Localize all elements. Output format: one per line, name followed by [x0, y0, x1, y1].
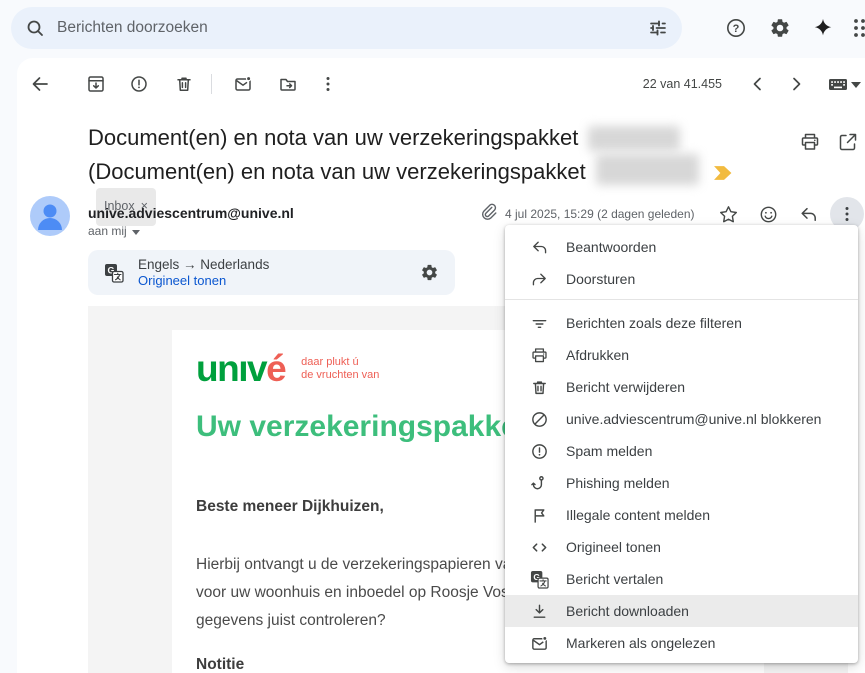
recipient-toggle[interactable]: aan mij [88, 224, 140, 238]
menu-item-filter-messages[interactable]: Berichten zoals deze filteren [505, 307, 858, 339]
menu-item-report-phishing[interactable]: Phishing melden [505, 467, 858, 499]
menu-item-forward[interactable]: Doorsturen [505, 263, 858, 295]
more-options-icon[interactable] [312, 68, 344, 100]
trash-icon [529, 377, 549, 397]
message-options-menu: Beantwoorden Doorsturen Berichten zoals … [505, 225, 858, 663]
report-icon [529, 441, 549, 461]
reply-icon [529, 237, 549, 257]
search-options-icon[interactable] [648, 18, 668, 38]
unive-logo: unıvé daar plukt ú de vruchten van [196, 348, 380, 389]
archive-icon[interactable] [80, 68, 112, 100]
search-bar[interactable] [11, 7, 682, 49]
gmail-window: ? 22 van 41.455 Document [0, 0, 865, 673]
forward-icon [529, 269, 549, 289]
chevron-down-icon [131, 229, 140, 235]
emoji-reaction-icon[interactable] [756, 202, 780, 226]
translate-settings-gear-icon[interactable] [420, 263, 439, 282]
menu-item-delete[interactable]: Bericht verwijderen [505, 371, 858, 403]
back-arrow-icon[interactable] [24, 68, 56, 100]
gemini-sparkle-icon[interactable] [809, 14, 837, 42]
pagination-counter: 22 van 41.455 [642, 77, 722, 91]
sender-avatar[interactable] [30, 196, 70, 236]
menu-item-show-original[interactable]: Origineel tonen [505, 531, 858, 563]
menu-item-print[interactable]: Afdrukken [505, 339, 858, 371]
download-icon [529, 601, 549, 621]
search-icon[interactable] [25, 18, 45, 38]
block-icon [529, 409, 549, 429]
menu-item-mark-unread[interactable]: Markeren als ongelezen [505, 627, 858, 659]
menu-divider [505, 299, 858, 300]
flag-icon [529, 505, 549, 525]
menu-item-translate-message[interactable]: G Bericht vertalen [505, 563, 858, 595]
translate-bar: G Engels → Nederlands Origineel tonen [88, 250, 455, 295]
trash-icon[interactable] [168, 68, 200, 100]
show-original-link[interactable]: Origineel tonen [138, 273, 269, 288]
open-in-new-icon[interactable] [837, 131, 859, 153]
menu-item-report-illegal-content[interactable]: Illegale content melden [505, 499, 858, 531]
print-all-icon[interactable] [799, 131, 821, 153]
translate-languages: Engels → Nederlands [138, 257, 270, 272]
phishing-icon [529, 473, 549, 493]
email-note-heading: Notitie [196, 656, 245, 673]
older-chevron-icon[interactable] [780, 68, 812, 100]
translate-icon: G [104, 263, 124, 283]
translate-icon: G [529, 569, 549, 589]
toolbar-divider [211, 74, 212, 94]
menu-item-block-sender[interactable]: unive.adviescentrum@unive.nl blokkeren [505, 403, 858, 435]
important-marker-icon [713, 165, 733, 181]
print-icon [529, 345, 549, 365]
newer-chevron-icon[interactable] [742, 68, 774, 100]
move-to-folder-icon[interactable] [272, 68, 304, 100]
star-icon[interactable] [716, 202, 740, 226]
help-icon[interactable]: ? [722, 14, 750, 42]
menu-item-download-message[interactable]: Bericht downloaden [505, 595, 858, 627]
redacted-text [595, 154, 699, 185]
unive-tagline: daar plukt ú de vruchten van [301, 356, 380, 381]
settings-gear-icon[interactable] [766, 14, 794, 42]
message-date: 4 jul 2025, 15:29 (2 dagen geleden) [505, 207, 695, 221]
sender-email[interactable]: unive.adviescentrum@unive.nl [88, 205, 294, 221]
report-spam-icon[interactable] [123, 68, 155, 100]
email-greeting: Beste meneer Dijkhuizen, [196, 498, 384, 515]
mark-unread-icon[interactable] [227, 68, 259, 100]
input-tools-keyboard-icon[interactable] [822, 68, 854, 100]
redacted-text [588, 126, 681, 151]
email-heading: Uw verzekeringspakket [196, 410, 528, 443]
code-icon [529, 537, 549, 557]
menu-item-report-spam[interactable]: Spam melden [505, 435, 858, 467]
reply-icon[interactable] [796, 202, 820, 226]
menu-item-reply[interactable]: Beantwoorden [505, 231, 858, 263]
apps-grid-icon[interactable] [849, 14, 865, 42]
filter-icon [529, 313, 549, 333]
subject-line-1: Document(en) en nota van uw verzekerings… [88, 121, 788, 154]
svg-text:?: ? [733, 23, 740, 35]
input-tools-caret-icon[interactable] [851, 82, 861, 88]
attachment-paperclip-icon [478, 202, 502, 226]
mark-unread-icon [529, 633, 549, 653]
search-input[interactable] [57, 19, 648, 37]
